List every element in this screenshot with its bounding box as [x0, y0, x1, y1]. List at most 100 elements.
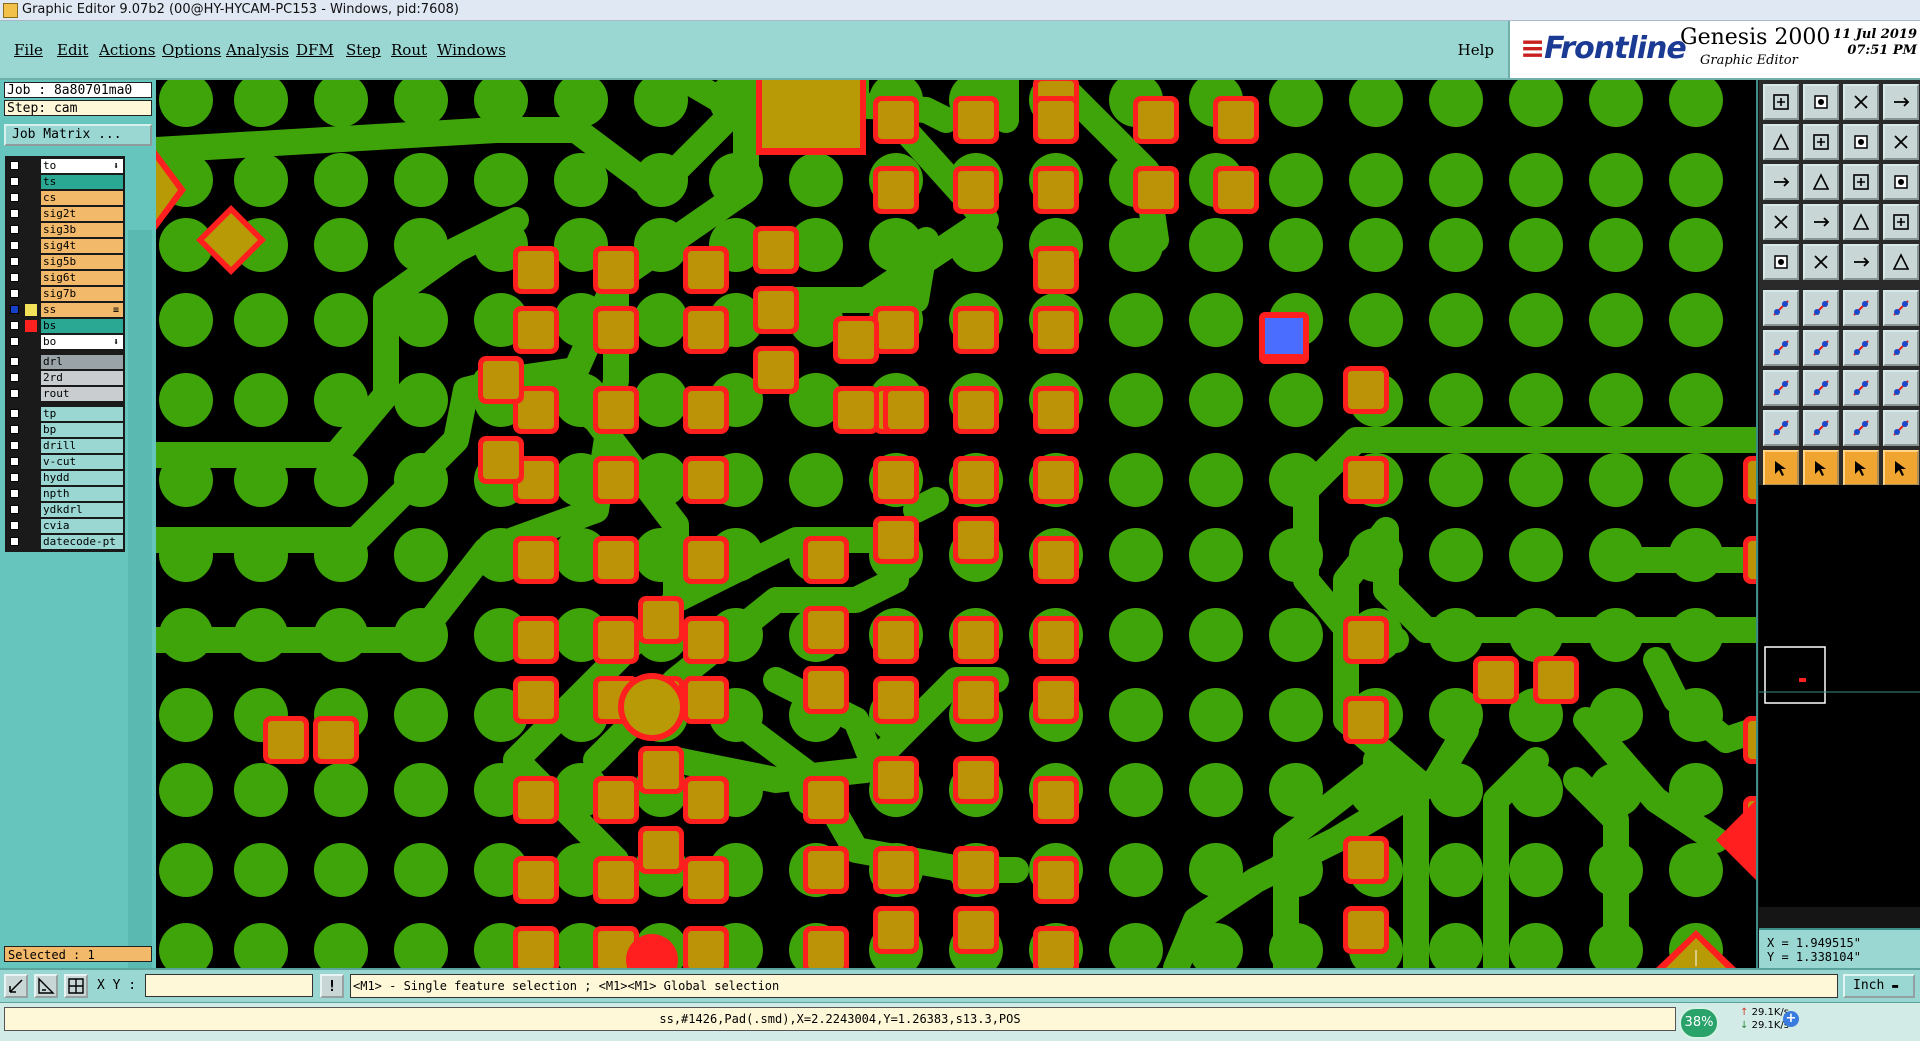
layer-name[interactable]: rout [41, 387, 123, 401]
layer-row-sig2t[interactable]: sig2t [7, 206, 123, 222]
layer-checkbox[interactable] [10, 389, 19, 398]
menu-edit[interactable]: Edit [57, 41, 88, 59]
layer-row-npth[interactable]: npth [7, 486, 123, 502]
graphic-canvas[interactable] [156, 80, 1756, 968]
layer-scrollbar[interactable] [128, 230, 152, 1016]
layer-name[interactable]: sig2t [41, 207, 123, 221]
layer-row-ss[interactable]: ss ≡ [7, 302, 123, 318]
layer-row-sig6t[interactable]: sig6t [7, 270, 123, 286]
edit-line-button[interactable] [1803, 330, 1839, 366]
split-button[interactable] [1843, 290, 1879, 326]
layer-checkbox[interactable] [10, 209, 19, 218]
home-button[interactable] [1843, 84, 1879, 120]
layer-name[interactable]: v-cut [41, 455, 123, 469]
select-box-button[interactable] [1843, 450, 1879, 486]
zoom-fit-button[interactable] [4, 974, 28, 998]
distribute-button[interactable] [1883, 204, 1919, 240]
layer-checkbox[interactable] [10, 521, 19, 530]
layer-name[interactable]: npth [41, 487, 123, 501]
menu-actions[interactable]: Actions [99, 41, 155, 59]
layer-checkbox[interactable] [10, 177, 19, 186]
layer-checkbox[interactable] [10, 225, 19, 234]
menu-options[interactable]: Options [162, 41, 221, 59]
layer-name[interactable]: drl [41, 355, 123, 369]
layer-row-2rd[interactable]: 2rd [7, 370, 123, 386]
layer-name[interactable]: sig5b [41, 255, 123, 269]
layer-name[interactable]: cs [41, 191, 123, 205]
layer-checkbox[interactable] [10, 357, 19, 366]
layer-name[interactable]: bs [41, 319, 123, 333]
affected-layer-icon[interactable] [25, 320, 37, 332]
resize-button[interactable] [1803, 370, 1839, 406]
align-button[interactable] [1843, 204, 1879, 240]
layer-row-bs[interactable]: bs [7, 318, 123, 334]
layer-row-drill[interactable]: drill [7, 438, 123, 454]
layer-name[interactable]: drill [41, 439, 123, 453]
layer-row-bp[interactable]: bp [7, 422, 123, 438]
layer-row-sig5b[interactable]: sig5b [7, 254, 123, 270]
layer-row-sig7b[interactable]: sig7b [7, 286, 123, 302]
layer-row-sig4t[interactable]: sig4t [7, 238, 123, 254]
pan-right-button[interactable] [1803, 124, 1839, 160]
route-button[interactable] [1883, 410, 1919, 446]
select-poly-button[interactable] [1883, 450, 1919, 486]
edit-arc-button[interactable] [1763, 330, 1799, 366]
units-selector[interactable]: Inch ▬ [1843, 974, 1915, 998]
layer-name[interactable]: tp [41, 407, 123, 421]
menu-file[interactable]: File [14, 41, 43, 59]
connect-button[interactable] [1763, 290, 1799, 326]
add-pad-button[interactable] [1763, 244, 1799, 280]
layer-up-button[interactable] [1763, 84, 1799, 120]
delete-button[interactable] [1803, 290, 1839, 326]
menu-rout[interactable]: Rout [391, 41, 427, 59]
layer-checkbox[interactable] [10, 373, 19, 382]
layer-name[interactable]: to ⬇ [41, 159, 123, 173]
measure-button[interactable] [34, 974, 58, 998]
pcb-view[interactable] [156, 80, 1756, 968]
layer-row-v-cut[interactable]: v-cut [7, 454, 123, 470]
add-surface-button[interactable] [1883, 244, 1919, 280]
warning-button[interactable]: ! [320, 974, 344, 998]
scale-1-2-button[interactable] [1843, 164, 1879, 200]
layer-checkbox[interactable] [10, 257, 19, 266]
layer-checkbox[interactable] [10, 305, 19, 314]
grid-button[interactable] [64, 974, 88, 998]
layer-checkbox[interactable] [10, 273, 19, 282]
plus-icon[interactable]: + [1783, 1011, 1799, 1027]
layer-name[interactable]: sig4t [41, 239, 123, 253]
overview-map[interactable] [1759, 485, 1920, 907]
select-net-button[interactable] [1803, 450, 1839, 486]
layer-row-drl[interactable]: drl [7, 354, 123, 370]
layer-checkbox[interactable] [10, 537, 19, 546]
zoom-fit-button[interactable] [1763, 164, 1799, 200]
layer-row-ydkdrl[interactable]: ydkdrl [7, 502, 123, 518]
network-meter[interactable]: 38% [1679, 1007, 1719, 1039]
pan-left-button[interactable] [1763, 124, 1799, 160]
duplicate-button[interactable] [1883, 370, 1919, 406]
zoom-home-button[interactable] [1803, 164, 1839, 200]
layer-checkbox[interactable] [10, 321, 19, 330]
layer-checkbox[interactable] [10, 457, 19, 466]
grid-button[interactable] [1803, 204, 1839, 240]
attributes-button[interactable] [1763, 370, 1799, 406]
drc-button[interactable] [1803, 410, 1839, 446]
layer-row-bo[interactable]: bo ⬇ [7, 334, 123, 350]
rotate-button[interactable] [1843, 330, 1879, 366]
menu-dfm[interactable]: DFM [296, 41, 334, 59]
copy-button[interactable] [1843, 370, 1879, 406]
select-button[interactable] [1763, 450, 1799, 486]
layer-name[interactable]: ss ≡ [41, 303, 123, 317]
layer-row-hydd[interactable]: hydd [7, 470, 123, 486]
add-line-button[interactable] [1843, 244, 1879, 280]
netlist-button[interactable] [1763, 410, 1799, 446]
flip-button[interactable] [1883, 330, 1919, 366]
layer-checkbox[interactable] [10, 161, 19, 170]
layer-checkbox[interactable] [10, 489, 19, 498]
layer-down-button[interactable] [1803, 84, 1839, 120]
menu-help[interactable]: Help [1458, 41, 1494, 59]
snap-button[interactable] [1883, 124, 1919, 160]
layer-checkbox[interactable] [10, 409, 19, 418]
layer-name[interactable]: cvia [41, 519, 123, 533]
mirror-button[interactable] [1843, 124, 1879, 160]
layer-checkbox[interactable] [10, 337, 19, 346]
